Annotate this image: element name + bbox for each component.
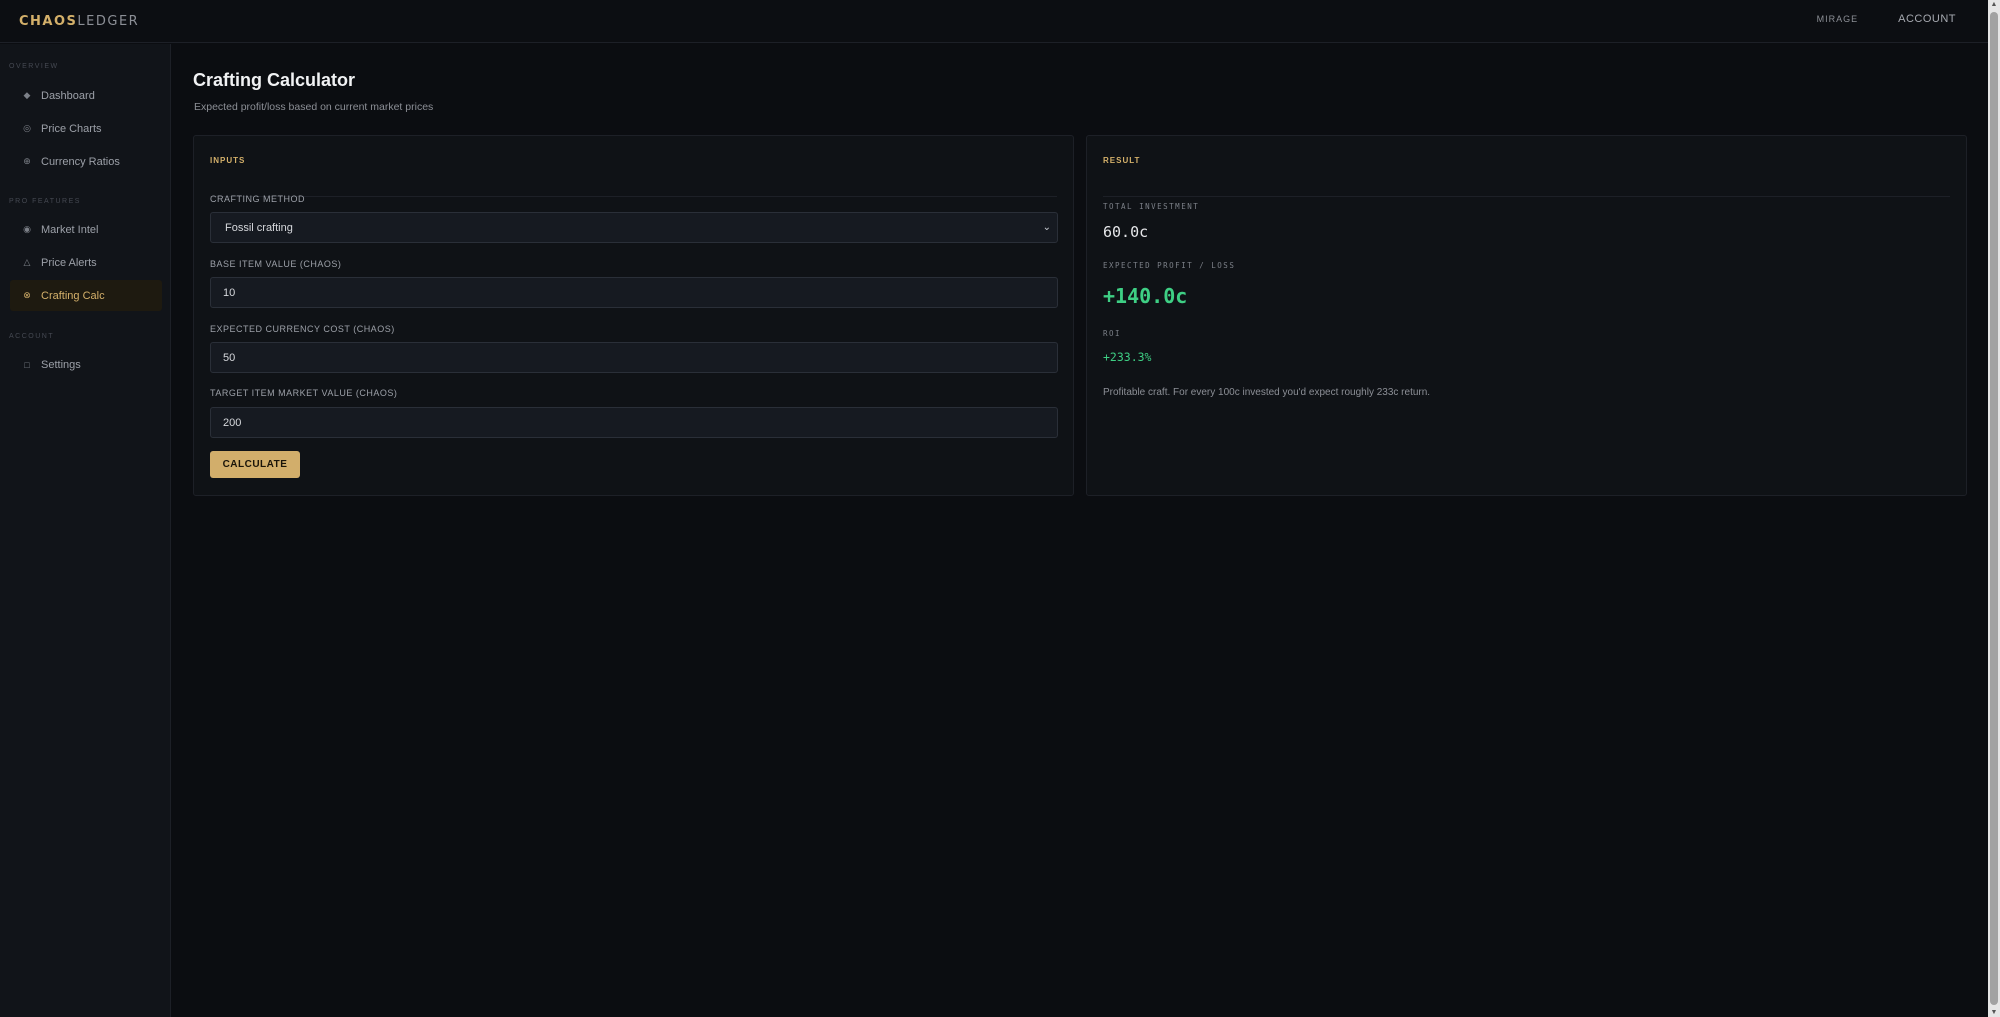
crafting-method-label: CRAFTING METHOD [210, 194, 305, 204]
crafting-method-value: Fossil crafting [225, 221, 293, 234]
inputs-heading: INPUTS [210, 156, 1057, 197]
sidebar-item-crafting-calc[interactable]: ⊗ Crafting Calc [10, 280, 162, 311]
section-overview: OVERVIEW [9, 63, 59, 70]
crafting-method-select[interactable]: Fossil crafting ⌄ [210, 212, 1058, 243]
scroll-up-icon[interactable]: ▲ [1988, 1, 2000, 8]
chart-icon: ◎ [23, 123, 31, 133]
sidebar-item-label: Settings [41, 358, 81, 371]
scroll-down-icon[interactable]: ▼ [1988, 1009, 2000, 1016]
profit-loss-label: EXPECTED PROFIT / LOSS [1103, 261, 1236, 270]
logo-part-chaos: CHAOS [19, 14, 78, 29]
total-investment-value: 60.0c [1103, 223, 1149, 241]
base-item-value-text: 10 [223, 286, 236, 299]
logo-part-ledger: LEDGER [77, 14, 140, 29]
app-logo[interactable]: CHAOSLEDGER [19, 14, 139, 29]
sidebar-item-label: Market Intel [41, 223, 99, 236]
base-item-value-input[interactable]: 10 [210, 277, 1058, 308]
sidebar-item-dashboard[interactable]: ◆ Dashboard [10, 80, 162, 111]
sidebar-item-label: Price Charts [41, 122, 102, 135]
section-account: ACCOUNT [9, 333, 55, 340]
sidebar-item-label: Dashboard [41, 89, 95, 102]
sidebar-item-label: Currency Ratios [41, 155, 120, 168]
currency-cost-input[interactable]: 50 [210, 342, 1058, 373]
sidebar-item-price-charts[interactable]: ◎ Price Charts [10, 113, 162, 144]
target-value-input[interactable]: 200 [210, 407, 1058, 438]
scroll-thumb[interactable] [1990, 12, 1998, 1005]
roi-value: +233.3% [1103, 350, 1152, 364]
sidebar: OVERVIEW ◆ Dashboard ◎ Price Charts ⊕ Cu… [0, 44, 171, 1017]
top-bar: CHAOSLEDGER MIRAGE ACCOUNT [0, 0, 1988, 43]
square-icon: □ [24, 359, 30, 370]
total-investment-label: TOTAL INVESTMENT [1103, 202, 1200, 211]
sidebar-item-label: Price Alerts [41, 256, 97, 269]
sidebar-item-settings[interactable]: □ Settings [10, 349, 162, 380]
inputs-panel: INPUTS CRAFTING METHOD Fossil crafting ⌄… [193, 135, 1074, 496]
target-value-text: 200 [223, 416, 242, 429]
chevron-down-icon: ⌄ [1042, 222, 1051, 233]
currency-cost-text: 50 [223, 351, 236, 364]
crafting-icon: ⊗ [23, 290, 31, 300]
page-title: Crafting Calculator [193, 70, 356, 90]
account-link[interactable]: ACCOUNT [1898, 13, 1956, 25]
page-scrollbar[interactable]: ▲ ▼ [1988, 0, 2000, 1017]
currency-cost-label: EXPECTED CURRENCY COST (CHAOS) [210, 324, 395, 334]
top-right-controls: MIRAGE ACCOUNT [1817, 13, 1956, 25]
roi-label: ROI [1103, 329, 1122, 338]
sidebar-item-currency-ratios[interactable]: ⊕ Currency Ratios [10, 146, 162, 177]
target-icon: ◉ [23, 224, 31, 234]
page-subtitle: Expected profit/loss based on current ma… [194, 101, 434, 113]
globe-icon: ⊕ [23, 156, 31, 166]
calculate-button[interactable]: CALCULATE [210, 451, 300, 478]
result-heading: RESULT [1103, 156, 1950, 197]
result-panel: RESULT TOTAL INVESTMENT 60.0c EXPECTED P… [1086, 135, 1967, 496]
sidebar-item-label: Crafting Calc [41, 289, 105, 302]
warning-icon: △ [23, 257, 31, 267]
sidebar-item-market-intel[interactable]: ◉ Market Intel [10, 214, 162, 245]
league-label[interactable]: MIRAGE [1817, 14, 1859, 24]
result-note: Profitable craft. For every 100c investe… [1103, 387, 1431, 398]
profit-loss-value: +140.0c [1103, 284, 1188, 308]
target-value-label: TARGET ITEM MARKET VALUE (CHAOS) [210, 388, 398, 398]
base-item-value-label: BASE ITEM VALUE (CHAOS) [210, 259, 342, 269]
diamond-icon: ◆ [23, 90, 31, 100]
sidebar-item-price-alerts[interactable]: △ Price Alerts [10, 247, 162, 278]
section-pro-features: PRO FEATURES [9, 198, 81, 205]
